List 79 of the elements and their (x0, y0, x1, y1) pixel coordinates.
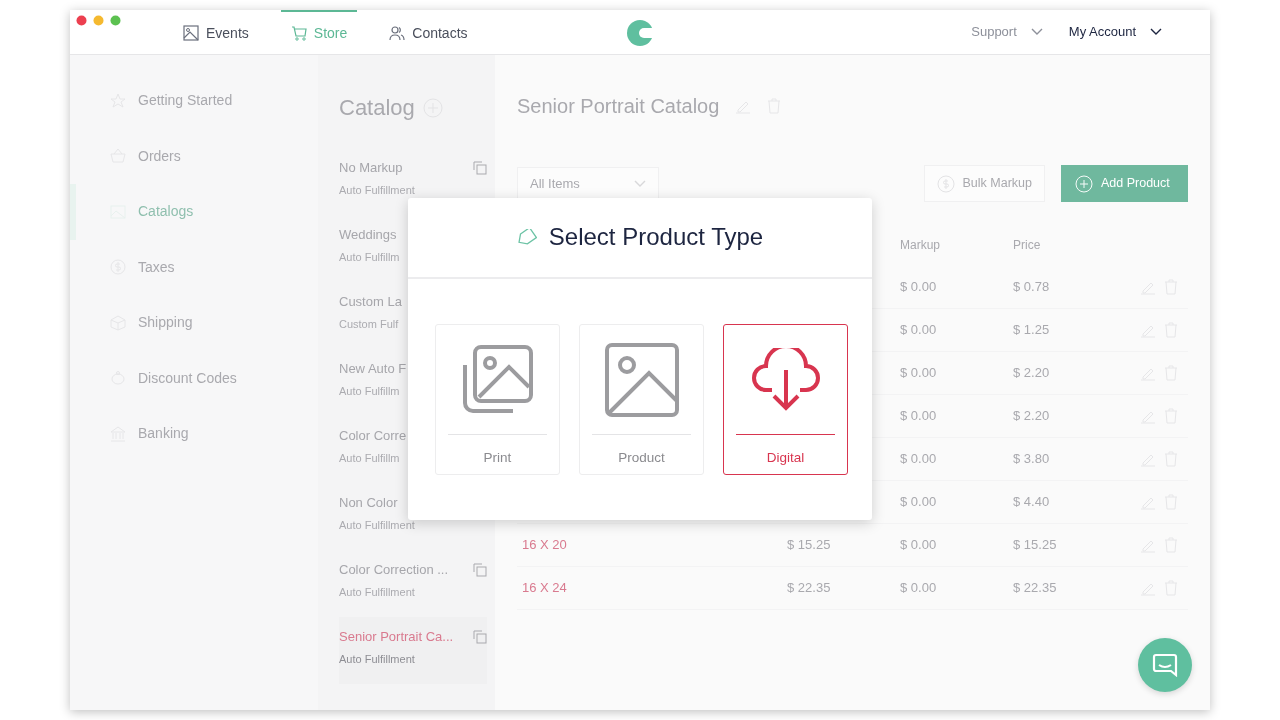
nav-tab[interactable]: Events (173, 10, 259, 55)
catalog-name: Weddings (339, 226, 397, 244)
table-cell: $ 0.78 (1013, 279, 1050, 295)
catalog-heading: Catalog (339, 94, 415, 122)
catalog-subtitle: Auto Fulfillm (339, 249, 401, 265)
chevron-down-icon (634, 179, 646, 188)
cart-icon (290, 25, 307, 41)
tag-icon (516, 228, 537, 247)
table-cell: $ 1.25 (1013, 322, 1050, 338)
table-cell: $ 0.00 (900, 537, 937, 553)
copy-icon[interactable] (473, 160, 487, 175)
table-cell: $ 3.80 (1013, 451, 1050, 467)
sidebar-item[interactable]: Banking (70, 406, 318, 462)
chat-icon (1152, 653, 1178, 677)
table-cell: $ 0.00 (900, 451, 937, 467)
images-icon (462, 344, 533, 415)
cloud-download-icon (751, 347, 820, 412)
table-cell: $ 15.25 (1013, 537, 1057, 553)
add-icon (1075, 174, 1093, 193)
image-icon (604, 342, 679, 417)
sidebar-item[interactable]: Orders (70, 128, 318, 184)
dialog-title: Select Product Type (548, 223, 764, 252)
logo-icon (626, 19, 654, 47)
catalog-name: Non Color (339, 494, 398, 512)
table-cell: $ 0.00 (900, 408, 937, 424)
add-product-button[interactable]: Add Product (1061, 165, 1188, 202)
copy-icon[interactable] (473, 562, 487, 577)
catalog-subtitle: Auto Fulfillm (339, 383, 401, 399)
filter-dropdown[interactable]: All Items (517, 167, 659, 200)
catalog-item[interactable]: Color Correction ... Auto Fulfillment (339, 550, 487, 617)
catalog-name: No Markup (339, 159, 403, 177)
window-control-icon (110, 15, 121, 26)
column-header: Price (1013, 238, 1041, 252)
sidebar-item[interactable]: Taxes (70, 239, 318, 295)
table-cell: $ 2.20 (1013, 408, 1050, 424)
people-icon (389, 25, 406, 41)
support-menu[interactable]: Support (971, 22, 1043, 42)
nav-tab[interactable]: Contacts (379, 10, 478, 55)
catalog-subtitle: Auto Fulfillment (339, 517, 416, 533)
product-name: 16 X 24 (522, 580, 567, 596)
chevron-down-icon (1030, 28, 1043, 36)
catalog-name: Custom La (339, 293, 402, 311)
product-type-option[interactable]: Product (579, 324, 704, 475)
table-cell: $ 0.00 (900, 365, 937, 381)
chevron-down-icon (1150, 28, 1162, 36)
product-type-option[interactable]: Print (435, 324, 560, 475)
catalog-name: Color Corre (339, 427, 407, 445)
table-cell: $ 0.00 (900, 494, 937, 510)
table-cell: $ 2.20 (1013, 365, 1050, 381)
table-cell: $ 0.00 (900, 322, 937, 338)
table-cell: $ 0.00 (900, 580, 937, 596)
catalog-item[interactable]: No Markup Auto Fulfillment (339, 148, 487, 215)
catalog-title: Senior Portrait Catalog (517, 94, 720, 119)
product-type-option[interactable]: Digital (723, 324, 848, 475)
sidebar-item[interactable]: Getting Started (70, 73, 318, 129)
product-name: 16 X 20 (522, 537, 567, 553)
catalog-subtitle: Custom Fulf (339, 316, 400, 332)
dollar-icon (936, 174, 955, 193)
catalog-name: Senior Portrait Ca... (339, 628, 454, 646)
catalog-subtitle: Auto Fulfillment (339, 651, 416, 667)
bulk-markup-button[interactable]: Bulk Markup (923, 165, 1045, 202)
copy-icon[interactable] (473, 629, 487, 644)
account-menu[interactable]: My Account (1068, 22, 1162, 42)
sidebar-item[interactable]: Discount Codes (70, 350, 318, 406)
image-icon (183, 25, 199, 41)
window-control-icon (93, 15, 104, 26)
sidebar-item[interactable]: Shipping (70, 295, 318, 351)
window-control-icon (76, 15, 87, 26)
catalog-subtitle: Auto Fulfillment (339, 584, 416, 600)
table-cell: $ 15.25 (787, 537, 831, 553)
table-cell: $ 0.00 (900, 279, 937, 295)
catalog-name: New Auto F (339, 360, 407, 378)
catalog-subtitle: Auto Fulfillment (339, 182, 416, 198)
table-cell: $ 22.35 (787, 580, 831, 596)
catalog-item[interactable]: Senior Portrait Ca... Auto Fulfillment (339, 617, 487, 684)
column-header: Markup (900, 238, 940, 252)
catalog-name: Color Correction ... (339, 561, 449, 579)
table-cell: $ 4.40 (1013, 494, 1050, 510)
table-cell: $ 22.35 (1013, 580, 1057, 596)
